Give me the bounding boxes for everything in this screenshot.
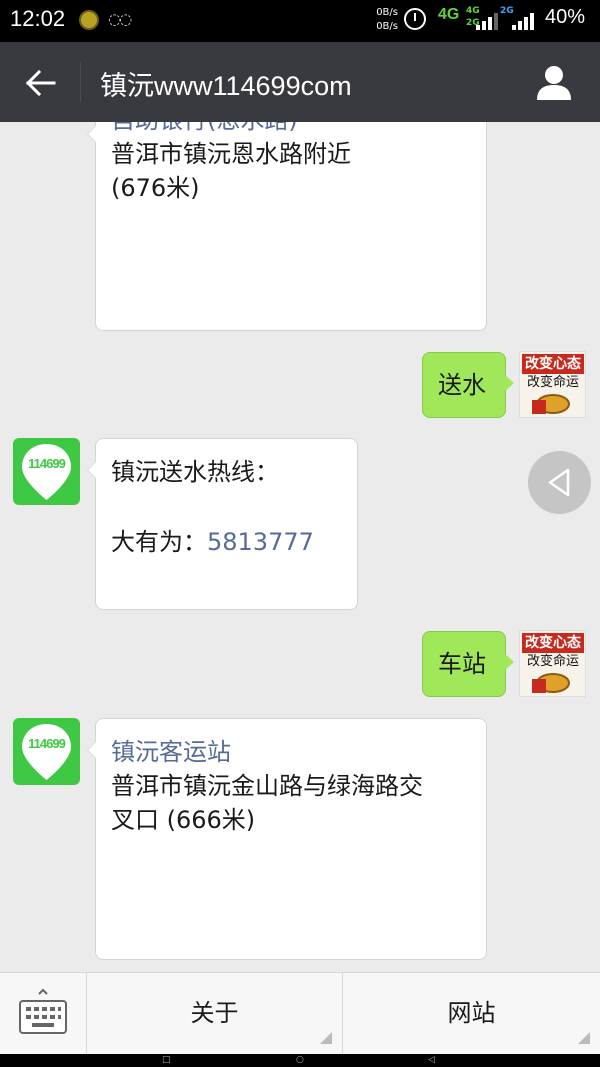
- hotline-contact-name: 大有为：: [111, 528, 207, 556]
- network-type-primary: 4G: [438, 6, 460, 23]
- status-bar: 12:02 ◌◌ 0B/s 0B/s 4G 4G 2G 2G 40%: [0, 0, 600, 42]
- user-avatar[interactable]: 改变心态 改变命运: [519, 630, 586, 697]
- bot-avatar[interactable]: 114699: [13, 438, 80, 505]
- avatar-gift-icon: [532, 679, 546, 693]
- menu-item-about[interactable]: 关于: [87, 973, 343, 1054]
- user-avatar[interactable]: 改变心态 改变命运: [519, 351, 586, 418]
- page-title: 镇沅www114699com: [100, 71, 352, 101]
- network-speed-down: 0B/s: [376, 21, 398, 32]
- avatar-gift-icon: [532, 400, 546, 414]
- network-speed: 0B/s 0B/s: [368, 6, 398, 34]
- message-text: 送水: [438, 371, 486, 399]
- location-pin-icon: [22, 724, 71, 780]
- signal-strength-icon-1: [476, 10, 502, 30]
- chat-notification-icon: ◌◌: [108, 10, 132, 28]
- alarm-icon: [404, 8, 426, 30]
- hotline-phone-link[interactable]: 5813777: [207, 528, 314, 556]
- location-link[interactable]: 镇沅客运站: [111, 735, 423, 769]
- message-bubble-hotline[interactable]: 镇沅送水热线： 大有为：5813777: [87, 438, 358, 610]
- status-time: 12:02: [10, 6, 66, 31]
- menu-item-label: 关于: [190, 999, 239, 1027]
- location-address: 普洱市镇沅恩水路附近: [111, 140, 351, 168]
- triangle-left-icon: [548, 468, 570, 497]
- location-pin-icon: [22, 444, 71, 500]
- avatar-caption-top: 改变心态: [522, 354, 584, 374]
- hotline-title: 镇沅送水热线：: [111, 458, 279, 486]
- menu-item-website[interactable]: 网站: [343, 973, 600, 1054]
- avatar-caption-bottom: 改变命运: [526, 654, 579, 669]
- message-text: 车站: [438, 650, 486, 678]
- system-nav-bar: □ ○ ◁: [0, 1054, 600, 1067]
- location-distance: (676米): [111, 174, 200, 202]
- location-distance: 叉口 (666米): [111, 806, 256, 834]
- submenu-indicator-icon: [320, 1032, 332, 1044]
- bot-avatar[interactable]: 114699: [13, 718, 80, 785]
- keyboard-toggle-button[interactable]: [0, 973, 87, 1054]
- header-divider: [80, 62, 81, 102]
- message-bubble-location[interactable]: 自助银行(恩水路) 普洱市镇沅恩水路附近 (676米): [87, 122, 487, 331]
- app-notification-icon: [79, 10, 99, 30]
- floating-assist-button[interactable]: [528, 451, 591, 514]
- message-bubble-location[interactable]: 镇沅客运站 普洱市镇沅金山路与绿海路交 叉口 (666米): [87, 718, 487, 960]
- bot-avatar-label: 114699: [28, 736, 66, 751]
- profile-icon[interactable]: [534, 62, 574, 102]
- location-address: 普洱市镇沅金山路与绿海路交: [111, 772, 423, 800]
- avatar-caption-bottom: 改变命运: [526, 375, 579, 390]
- keyboard-icon: [19, 988, 67, 1034]
- network-speed-up: 0B/s: [376, 7, 398, 18]
- message-bubble-user[interactable]: 车站: [422, 631, 514, 697]
- back-arrow-icon[interactable]: [24, 66, 58, 100]
- submenu-indicator-icon: [578, 1032, 590, 1044]
- bot-avatar-label: 114699: [28, 456, 66, 471]
- message-list[interactable]: 自助银行(恩水路) 普洱市镇沅恩水路附近 (676米) 送水 改变心态 改变命运…: [0, 122, 600, 972]
- battery-level: 40%: [545, 6, 586, 28]
- back-icon[interactable]: ◁: [428, 1056, 435, 1065]
- message-bubble-user[interactable]: 送水: [422, 352, 514, 418]
- home-icon[interactable]: ○: [296, 1056, 304, 1065]
- location-link[interactable]: 自助银行(恩水路): [111, 122, 351, 137]
- menu-item-label: 网站: [447, 999, 496, 1027]
- recent-apps-icon[interactable]: □: [162, 1056, 171, 1065]
- avatar-caption-top: 改变心态: [522, 633, 584, 653]
- bottom-menu-bar: 关于 网站: [0, 972, 600, 1054]
- signal-strength-icon-2: [512, 10, 538, 30]
- chat-header: 镇沅www114699com: [0, 42, 600, 122]
